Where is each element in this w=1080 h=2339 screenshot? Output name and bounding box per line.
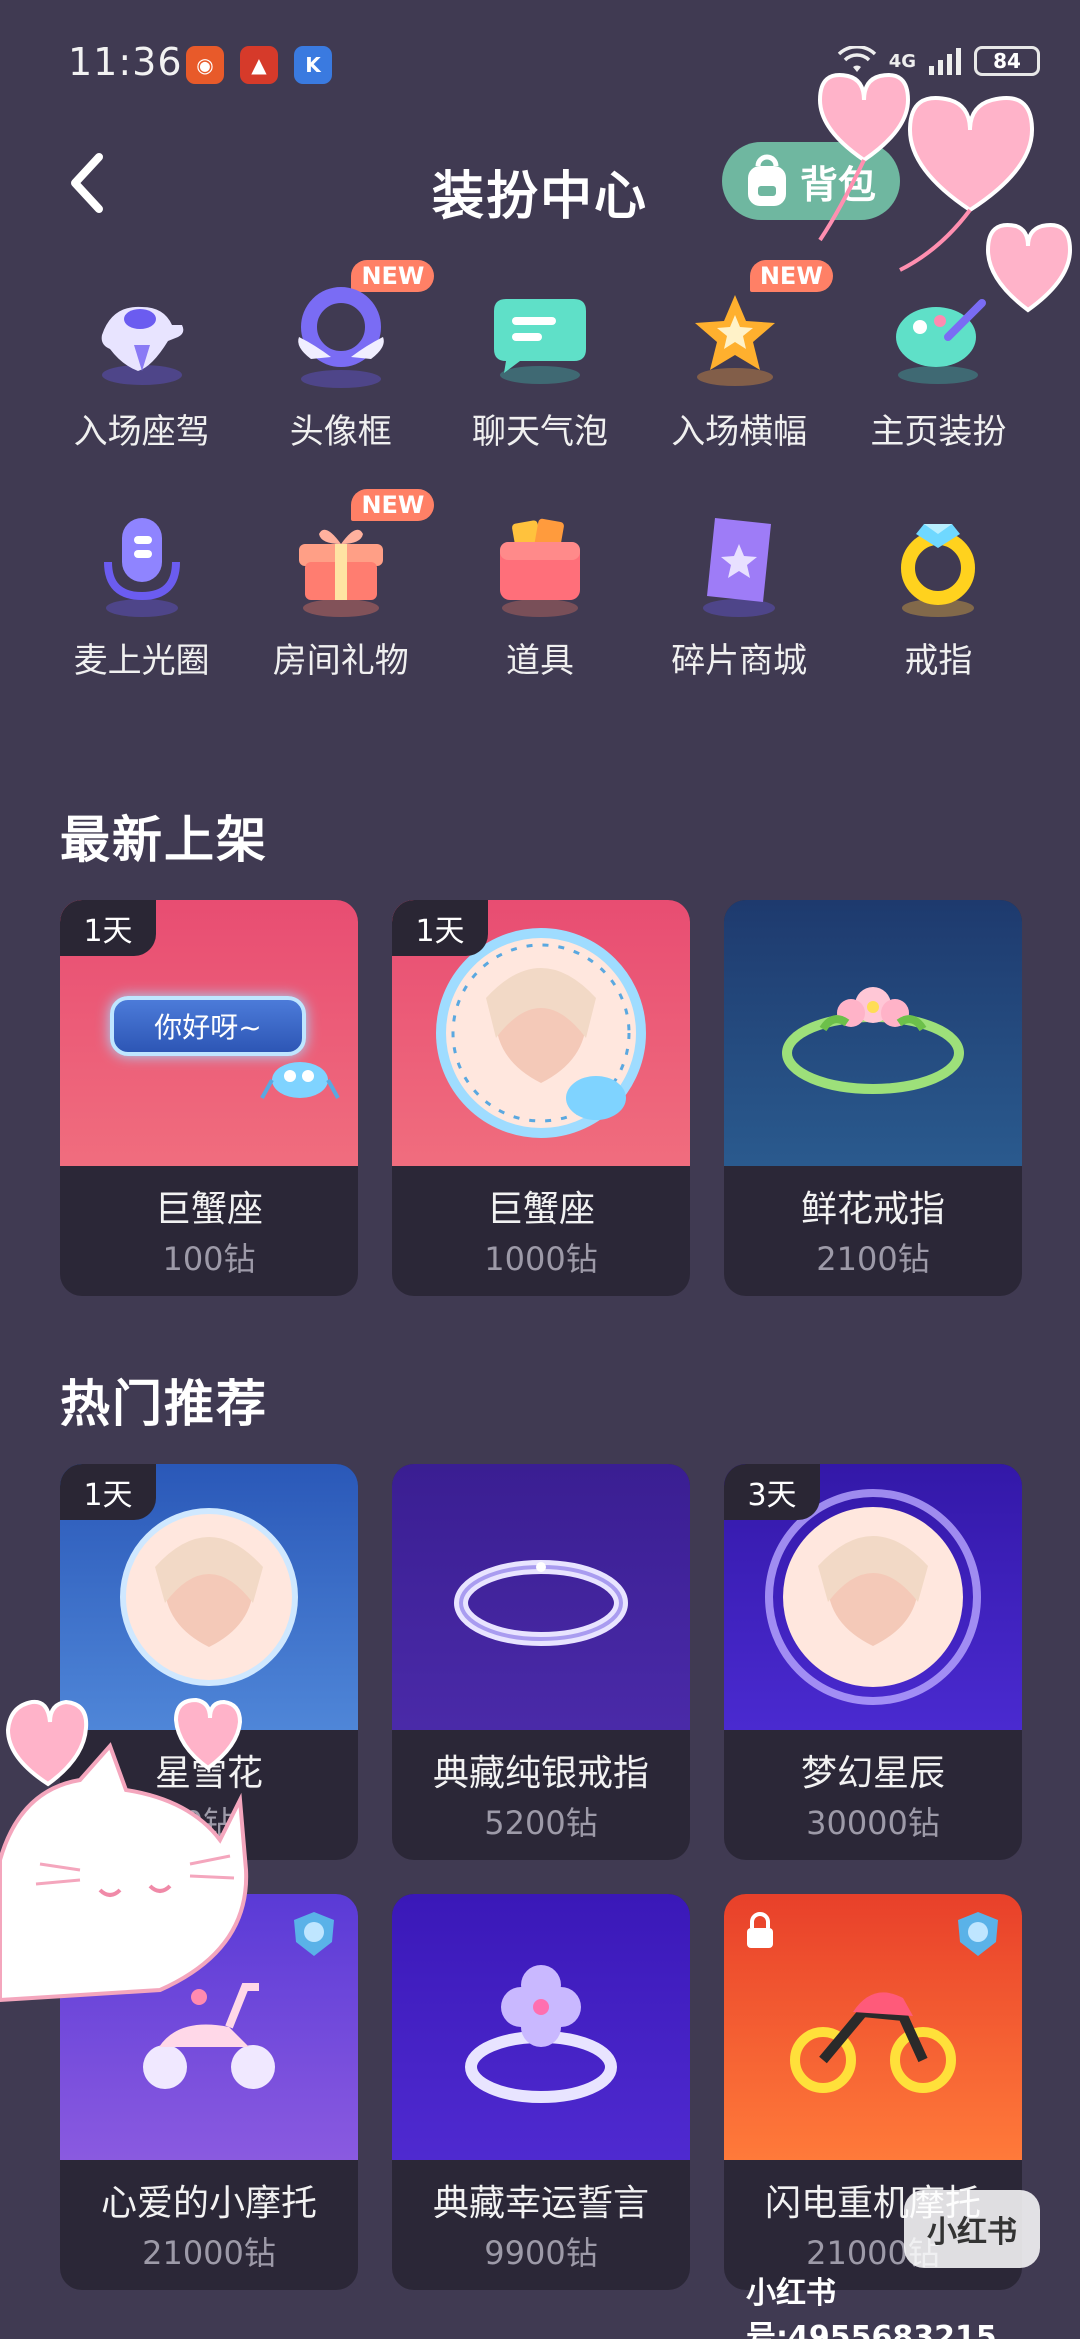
category-label: 聊天气泡 xyxy=(471,412,608,452)
product-card[interactable]: 心爱的小摩托 21000钻 xyxy=(60,1894,358,2290)
duration-tag: 1天 xyxy=(392,900,488,956)
duration-tag: 1天 xyxy=(60,1464,156,1520)
product-name: 典藏幸运誓言 xyxy=(432,2183,649,2224)
product-price: 5200钻 xyxy=(484,1804,598,1842)
page-title: 装扮中心 xyxy=(431,167,648,227)
chat-bubble-icon xyxy=(475,270,605,400)
avatar-frame-icon xyxy=(276,270,406,400)
flower-ring-preview xyxy=(782,987,964,1094)
product-name: 星雪花 xyxy=(154,1753,263,1794)
category-label: 头像框 xyxy=(289,412,392,452)
category-label: 道具 xyxy=(505,641,574,681)
wallet-icon xyxy=(475,499,605,629)
category-chat-bubble[interactable]: 聊天气泡 xyxy=(440,270,639,453)
vip-shield-icon xyxy=(958,1912,998,1956)
watermark-id: 小红书号:4955683215 xyxy=(746,2276,997,2339)
category-room-gift[interactable]: NEW 房间礼物 xyxy=(241,489,440,682)
ticket-icon xyxy=(674,499,804,629)
category-label: 入场横幅 xyxy=(671,412,808,452)
category-mic-halo[interactable]: 麦上光圈 xyxy=(42,499,241,682)
product-name: 典藏纯银戒指 xyxy=(432,1753,649,1794)
category-label: 房间礼物 xyxy=(272,641,409,681)
car-icon xyxy=(77,270,207,400)
category-avatar-frame[interactable]: NEW 头像框 xyxy=(241,260,440,453)
category-fragment-shop[interactable]: 碎片商城 xyxy=(640,499,839,682)
status-time: 11:36 xyxy=(68,40,183,84)
product-price: 21000钻 xyxy=(142,2234,276,2272)
duration-tag: 3天 xyxy=(724,1464,820,1520)
product-price: 0钻 xyxy=(182,1804,236,1842)
product-name: 巨蟹座 xyxy=(154,1189,263,1230)
product-price: 2100钻 xyxy=(816,1240,930,1278)
network-type: 4G xyxy=(888,50,916,72)
product-name: 鲜花戒指 xyxy=(800,1189,945,1230)
clover-ring-art xyxy=(392,1894,690,2160)
product-name: 巨蟹座 xyxy=(486,1189,595,1230)
lock-icon xyxy=(747,1912,773,1948)
category-ring[interactable]: 戒指 xyxy=(839,499,1038,682)
scooter-preview xyxy=(143,1983,275,2089)
product-card[interactable]: 1天 巨蟹座 1000钻 xyxy=(392,900,690,1296)
product-card[interactable]: 鲜花戒指 2100钻 xyxy=(724,900,1022,1296)
product-name: 梦幻星辰 xyxy=(800,1753,945,1794)
section-title-hot: 热门推荐 xyxy=(60,1375,268,1433)
category-label: 主页装扮 xyxy=(870,412,1007,452)
app-notification-icon: K xyxy=(294,46,332,84)
backpack-button[interactable]: 背包 xyxy=(722,142,900,220)
duration-tag: 1天 xyxy=(60,900,156,956)
status-right: 4G 84 xyxy=(837,46,1040,76)
top-nav-bar: 装扮中心 背包 xyxy=(0,130,1080,240)
silver-ring-preview xyxy=(454,1560,628,1646)
category-grid: 入场座驾 NEW 头像框 聊天气泡 NEW 入场横幅 主页装扮 麦上光圈 NEW… xyxy=(42,260,1038,682)
clover-ring-preview xyxy=(465,1965,617,2103)
category-homepage-style[interactable]: 主页装扮 xyxy=(839,270,1038,453)
snow-frame-preview xyxy=(120,1508,298,1686)
ring-icon xyxy=(873,499,1003,629)
product-card[interactable]: 3天 梦幻星辰 30000钻 xyxy=(724,1464,1022,1860)
mic-icon xyxy=(77,499,207,629)
wifi-icon xyxy=(837,46,876,72)
category-entry-vehicle[interactable]: 入场座驾 xyxy=(42,270,241,453)
product-name: 心爱的小摩托 xyxy=(100,2183,317,2224)
gift-icon xyxy=(276,499,406,629)
product-price: 1000钻 xyxy=(484,1240,598,1278)
product-card[interactable]: 典藏纯银戒指 5200钻 xyxy=(392,1464,690,1860)
silver-ring-art xyxy=(392,1464,690,1730)
category-label: 碎片商城 xyxy=(671,641,808,681)
category-label: 入场座驾 xyxy=(73,412,210,452)
vip-shield-icon xyxy=(294,1912,334,1956)
battery-level: 84 xyxy=(993,49,1021,73)
category-entry-banner[interactable]: NEW 入场横幅 xyxy=(640,260,839,453)
battery-indicator: 84 xyxy=(974,46,1040,76)
product-price: 30000钻 xyxy=(806,1804,940,1842)
backpack-label: 背包 xyxy=(800,162,877,207)
crab-icon xyxy=(260,1062,340,1099)
star-banner-icon xyxy=(674,270,804,400)
palette-icon xyxy=(873,270,1003,400)
backpack-icon xyxy=(748,154,786,206)
bubble-preview-text: 你好呀~ xyxy=(154,1011,262,1044)
flower-ring-art xyxy=(724,900,1022,1166)
signal-icon xyxy=(929,48,961,75)
product-card[interactable]: 1天 你好呀~ 巨蟹座 100钻 xyxy=(60,900,358,1296)
product-card[interactable]: 典藏幸运誓言 9900钻 xyxy=(392,1894,690,2290)
product-price: 9900钻 xyxy=(484,2234,598,2272)
xiaohongshu-logo: 小红书 xyxy=(904,2190,1040,2268)
category-label: 戒指 xyxy=(904,641,973,681)
product-card[interactable]: 1天 星雪花 0钻 xyxy=(60,1464,358,1860)
product-price: 100钻 xyxy=(162,1240,256,1278)
category-props[interactable]: 道具 xyxy=(440,499,639,682)
motorbike-preview xyxy=(790,1992,956,2093)
app-notification-icon: ▲ xyxy=(240,46,278,84)
status-bar: 11:36 ◉ ▲ K 4G 84 xyxy=(0,0,1080,130)
category-label: 麦上光圈 xyxy=(73,641,210,681)
section-title-newest: 最新上架 xyxy=(60,811,268,869)
app-notification-icon: ◉ xyxy=(186,46,224,84)
